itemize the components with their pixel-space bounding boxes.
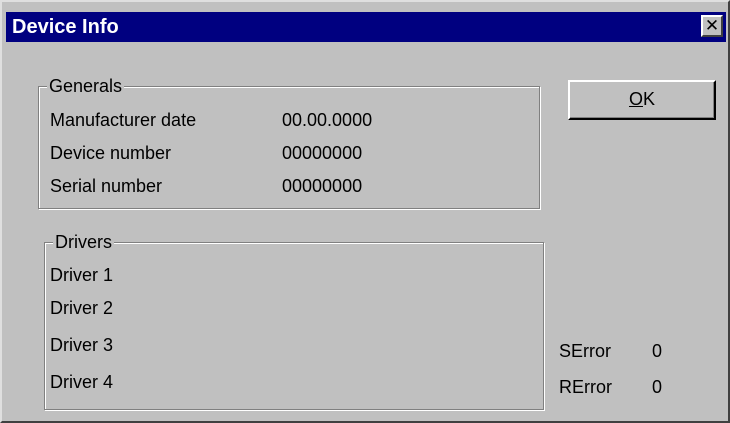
driver-3-label: Driver 3 [50,335,114,355]
close-icon: ✕ [704,16,720,35]
manufacturer-date-value: 00.00.0000 [282,110,373,130]
drivers-groupbox: Drivers [44,231,544,410]
serror-value: 0 [652,341,663,361]
rerror-value: 0 [652,377,663,397]
serial-number-value: 00000000 [282,176,363,196]
ok-label: K [643,89,656,109]
serial-number-label: Serial number [50,176,163,196]
close-button[interactable]: ✕ [701,15,723,37]
drivers-legend: Drivers [53,231,114,253]
serror-label: SError [559,341,612,361]
driver-2-label: Driver 2 [50,298,114,318]
window-title: Device Info [12,16,119,38]
ok-accelerator: O [628,89,643,109]
device-number-value: 00000000 [282,143,363,163]
driver-4-label: Driver 4 [50,372,114,392]
ok-button[interactable]: OK [568,80,716,120]
manufacturer-date-label: Manufacturer date [50,110,197,130]
device-number-label: Device number [50,143,172,163]
rerror-label: RError [559,377,612,397]
title-bar[interactable]: Device Info ✕ [6,12,726,42]
device-info-dialog: Device Info ✕ Generals Manufacturer date… [0,0,730,423]
driver-1-label: Driver 1 [50,265,114,285]
generals-legend: Generals [47,75,125,97]
